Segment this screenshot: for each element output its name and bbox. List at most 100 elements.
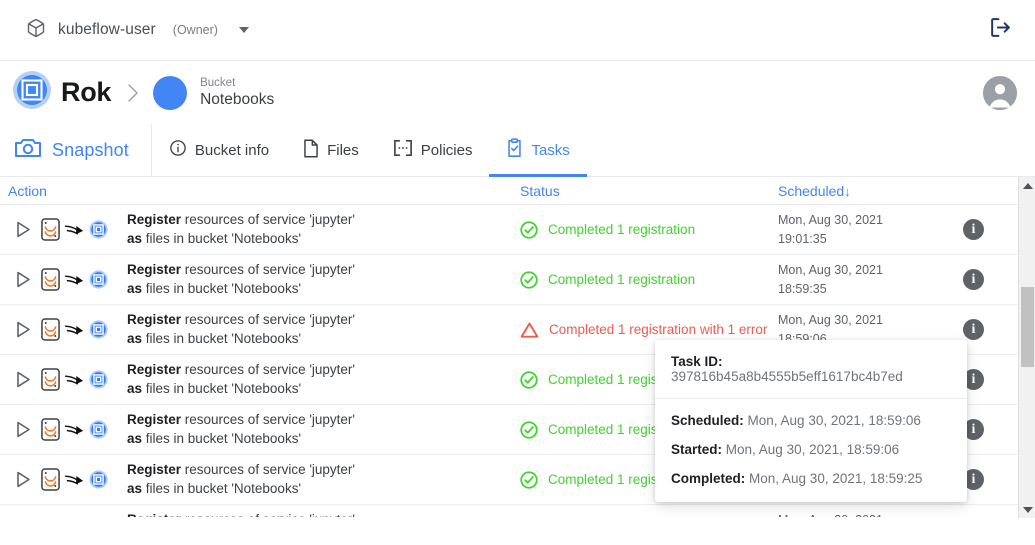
cell-scheduled: Mon, Aug 30, 2021 18:59:35 (778, 261, 963, 297)
task-line2-rest: files in bucket 'Notebooks' (142, 430, 302, 446)
task-icons (41, 468, 117, 491)
task-description-line1: Register resources of service 'jupyter' (127, 511, 355, 517)
column-header-scheduled[interactable]: Scheduled↓ (778, 183, 963, 199)
logout-button[interactable] (983, 13, 1017, 47)
cell-status: Completed 1 registration (520, 220, 778, 239)
info-badge-icon[interactable]: i (963, 219, 984, 240)
cell-info: i (963, 219, 1007, 240)
task-verb: Register (127, 261, 182, 277)
table-scrollbar[interactable] (1018, 177, 1035, 518)
task-description-line1: Register resources of service 'jupyter' (127, 461, 355, 480)
table-row[interactable]: Register resources of service 'jupyter'a… (0, 505, 1035, 517)
task-icons (41, 368, 117, 391)
rok-icon (89, 420, 108, 439)
scrollbar-thumb[interactable] (1021, 287, 1034, 367)
task-line1-rest: resources of service 'jupyter' (181, 512, 355, 517)
check-circle-icon (520, 220, 538, 239)
tab-tasks[interactable]: Tasks (489, 124, 587, 177)
expand-row-button[interactable] (16, 221, 31, 238)
scroll-down-arrow-icon[interactable] (1019, 501, 1035, 518)
tab-bar: Snapshot Bucket info Files Policies Task… (0, 124, 1035, 177)
table-row[interactable]: Register resources of service 'jupyter'a… (0, 205, 1035, 255)
breadcrumb-name: Notebooks (200, 91, 275, 108)
arrow-transfer-icon (64, 375, 84, 385)
task-line1-rest: resources of service 'jupyter' (181, 261, 356, 277)
jupyter-notebook-icon (41, 268, 60, 291)
cell-info: i (963, 269, 1007, 290)
rok-icon (89, 320, 108, 339)
expand-row-button[interactable] (16, 271, 31, 288)
namespace-name: kubeflow-user (58, 21, 156, 38)
task-description-line1: Register resources of service 'jupyter' (127, 261, 355, 280)
namespace-selector[interactable]: kubeflow-user (Owner) (26, 18, 983, 43)
status-icon (520, 470, 538, 489)
jupyter-notebook-icon (41, 418, 60, 441)
info-badge-icon[interactable]: i (963, 319, 984, 340)
snapshot-label: Snapshot (52, 139, 129, 160)
task-description: Register resources of service 'jupyter'a… (127, 461, 355, 498)
task-description-line2: as files in bucket 'Notebooks' (127, 330, 355, 349)
task-description: Register resources of service 'jupyter'a… (127, 211, 355, 248)
task-verb: Register (127, 512, 181, 517)
avatar[interactable] (983, 75, 1017, 110)
bucket-avatar (153, 75, 188, 110)
cell-action: Register resources of service 'jupyter'a… (0, 211, 520, 248)
tooltip-task-id-label: Task ID: (671, 354, 723, 369)
chevron-down-icon[interactable] (238, 27, 249, 33)
scheduled-datetime: Mon, Aug 30, 202118:57:15 (778, 511, 963, 517)
status-icon (520, 370, 538, 389)
scroll-up-arrow-icon[interactable] (1019, 177, 1035, 194)
check-circle-icon (520, 470, 538, 489)
rok-home-link[interactable]: Rok (12, 70, 111, 115)
task-verb: Register (127, 211, 182, 227)
breadcrumb[interactable]: Bucket Notebooks (200, 76, 274, 110)
tooltip-completed-label: Completed: (671, 471, 746, 486)
task-line1-rest: resources of service 'jupyter' (181, 461, 356, 477)
tab-policies-label: Policies (420, 141, 473, 159)
cell-action: Register resources of service 'jupyter'a… (0, 261, 520, 298)
task-line2-rest: files in bucket 'Notebooks' (142, 480, 302, 496)
tooltip-scheduled-value: Mon, Aug 30, 2021, 18:59:06 (747, 413, 921, 428)
expand-row-button[interactable] (16, 371, 31, 388)
table-row[interactable]: Register resources of service 'jupyter'a… (0, 255, 1035, 305)
column-header-action[interactable]: Action (0, 183, 520, 199)
status-badge: Completed 1 registration (520, 220, 778, 239)
cell-action: Register resources of service 'jupyter'a… (0, 361, 520, 398)
status-icon (520, 420, 538, 439)
tab-tasks-label: Tasks (531, 141, 570, 159)
breadcrumb-kind: Bucket (200, 76, 236, 89)
play-triangle-icon (17, 371, 30, 388)
tab-files[interactable]: Files (286, 124, 376, 176)
policy-brackets-icon (393, 139, 413, 161)
cell-action: Register resources of service 'jupyter'a… (0, 311, 520, 348)
task-verb: Register (127, 411, 182, 427)
tab-policies[interactable]: Policies (376, 124, 490, 176)
arrow-transfer-icon (64, 425, 84, 435)
task-line2-rest: files in bucket 'Notebooks' (142, 330, 302, 346)
jupyter-notebook-icon (41, 218, 60, 241)
tab-bucket-info[interactable]: Bucket info (152, 124, 286, 176)
cell-info: i (963, 369, 1007, 390)
task-line1-rest: resources of service 'jupyter' (181, 211, 356, 227)
info-circle-icon (169, 139, 187, 161)
expand-row-button[interactable] (16, 471, 31, 488)
expand-row-button[interactable] (16, 421, 31, 438)
snapshot-button[interactable]: Snapshot (0, 124, 152, 176)
cell-status: Completed 1 registration (520, 270, 778, 289)
task-description-line2: as files in bucket 'Notebooks' (127, 430, 355, 449)
task-description-line1: Register resources of service 'jupyter' (127, 211, 355, 230)
clipboard-check-icon (506, 138, 523, 162)
column-header-status[interactable]: Status (520, 183, 778, 199)
task-verb: Register (127, 461, 182, 477)
cell-action: Register resources of service 'jupyter'a… (0, 511, 520, 517)
user-avatar-icon (983, 75, 1017, 110)
task-description-line1: Register resources of service 'jupyter' (127, 311, 355, 330)
info-badge-icon[interactable]: i (963, 269, 984, 290)
expand-row-button[interactable] (16, 321, 31, 338)
task-details-tooltip: Task ID: 397816b45a8b4555b5eff1617bc4b7e… (655, 340, 967, 502)
rok-icon (89, 270, 108, 289)
check-circle-icon (520, 370, 538, 389)
scheduled-date: Mon, Aug 30, 2021 (778, 511, 963, 517)
status-icon (520, 321, 539, 339)
status-text: Completed 1 registration (548, 272, 696, 287)
